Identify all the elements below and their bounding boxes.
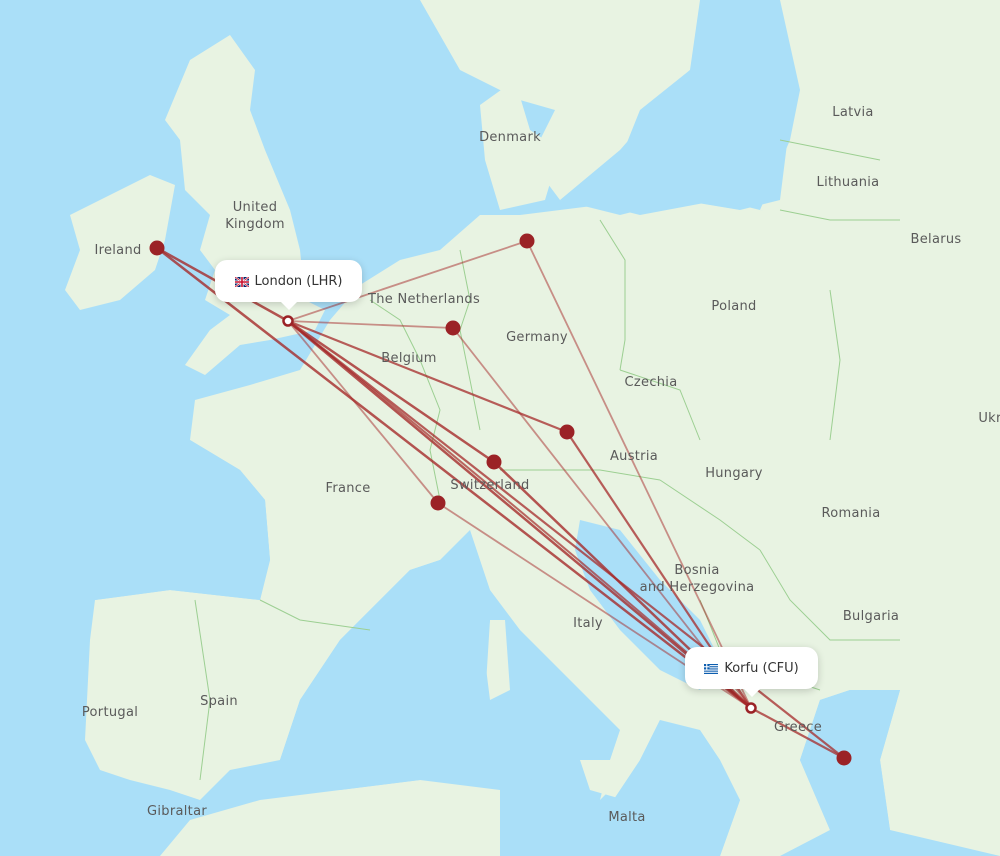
country-label: Germany xyxy=(506,330,568,345)
destination-label: Korfu (CFU) xyxy=(724,660,799,676)
uk-flag-icon xyxy=(233,276,250,288)
destination-airport-marker[interactable] xyxy=(745,702,757,714)
country-label: The Netherlands xyxy=(367,292,480,307)
country-label: France xyxy=(325,481,370,496)
destination-popup[interactable]: Korfu (CFU) xyxy=(685,647,818,697)
origin-airport-marker[interactable] xyxy=(282,315,294,327)
origin-popup[interactable]: London (LHR) xyxy=(215,260,362,310)
country-label: Portugal xyxy=(82,705,138,720)
country-label: Italy xyxy=(573,616,603,631)
country-label: Switzerland xyxy=(450,478,529,493)
land-finland-baltics xyxy=(760,0,1000,250)
country-label: Denmark xyxy=(479,130,541,145)
land-anatolia xyxy=(880,680,1000,856)
country-label: Bosnia xyxy=(674,563,719,578)
country-label: Romania xyxy=(822,506,881,521)
zurich-airport-marker[interactable] xyxy=(486,454,502,470)
country-label: Belarus xyxy=(911,232,962,247)
munich-airport-marker[interactable] xyxy=(559,424,575,440)
athens-airport-marker[interactable] xyxy=(836,750,852,766)
dusseldorf-airport-marker[interactable] xyxy=(445,320,461,336)
map-canvas[interactable]: Ireland United Kingdom Denmark The Netherlan… xyxy=(0,0,1000,856)
country-label: Greece xyxy=(774,720,822,735)
country-label: Ukr xyxy=(978,411,1000,426)
country-label: Hungary xyxy=(705,466,763,481)
country-label: United xyxy=(233,200,278,215)
hamburg-airport-marker[interactable] xyxy=(519,233,535,249)
route-map[interactable]: Ireland United Kingdom Denmark The Netherlan… xyxy=(0,0,1000,856)
country-label: Austria xyxy=(610,449,658,464)
greece-flag-icon xyxy=(704,663,719,674)
country-label: Lithuania xyxy=(817,175,880,190)
country-label: Gibraltar xyxy=(147,804,207,819)
geneva-airport-marker[interactable] xyxy=(430,495,446,511)
country-label: Kingdom xyxy=(225,217,285,232)
country-label: Czechia xyxy=(625,375,678,390)
country-label: Latvia xyxy=(832,105,873,120)
country-label: Bulgaria xyxy=(843,609,899,624)
country-label: Belgium xyxy=(381,351,436,366)
country-label: and Herzegovina xyxy=(640,580,755,595)
origin-label: London (LHR) xyxy=(254,273,343,289)
country-label: Spain xyxy=(200,694,238,709)
country-label: Ireland xyxy=(94,243,141,258)
dublin-airport-marker[interactable] xyxy=(149,240,165,256)
country-label: Poland xyxy=(711,299,756,314)
country-label: Malta xyxy=(608,810,645,825)
